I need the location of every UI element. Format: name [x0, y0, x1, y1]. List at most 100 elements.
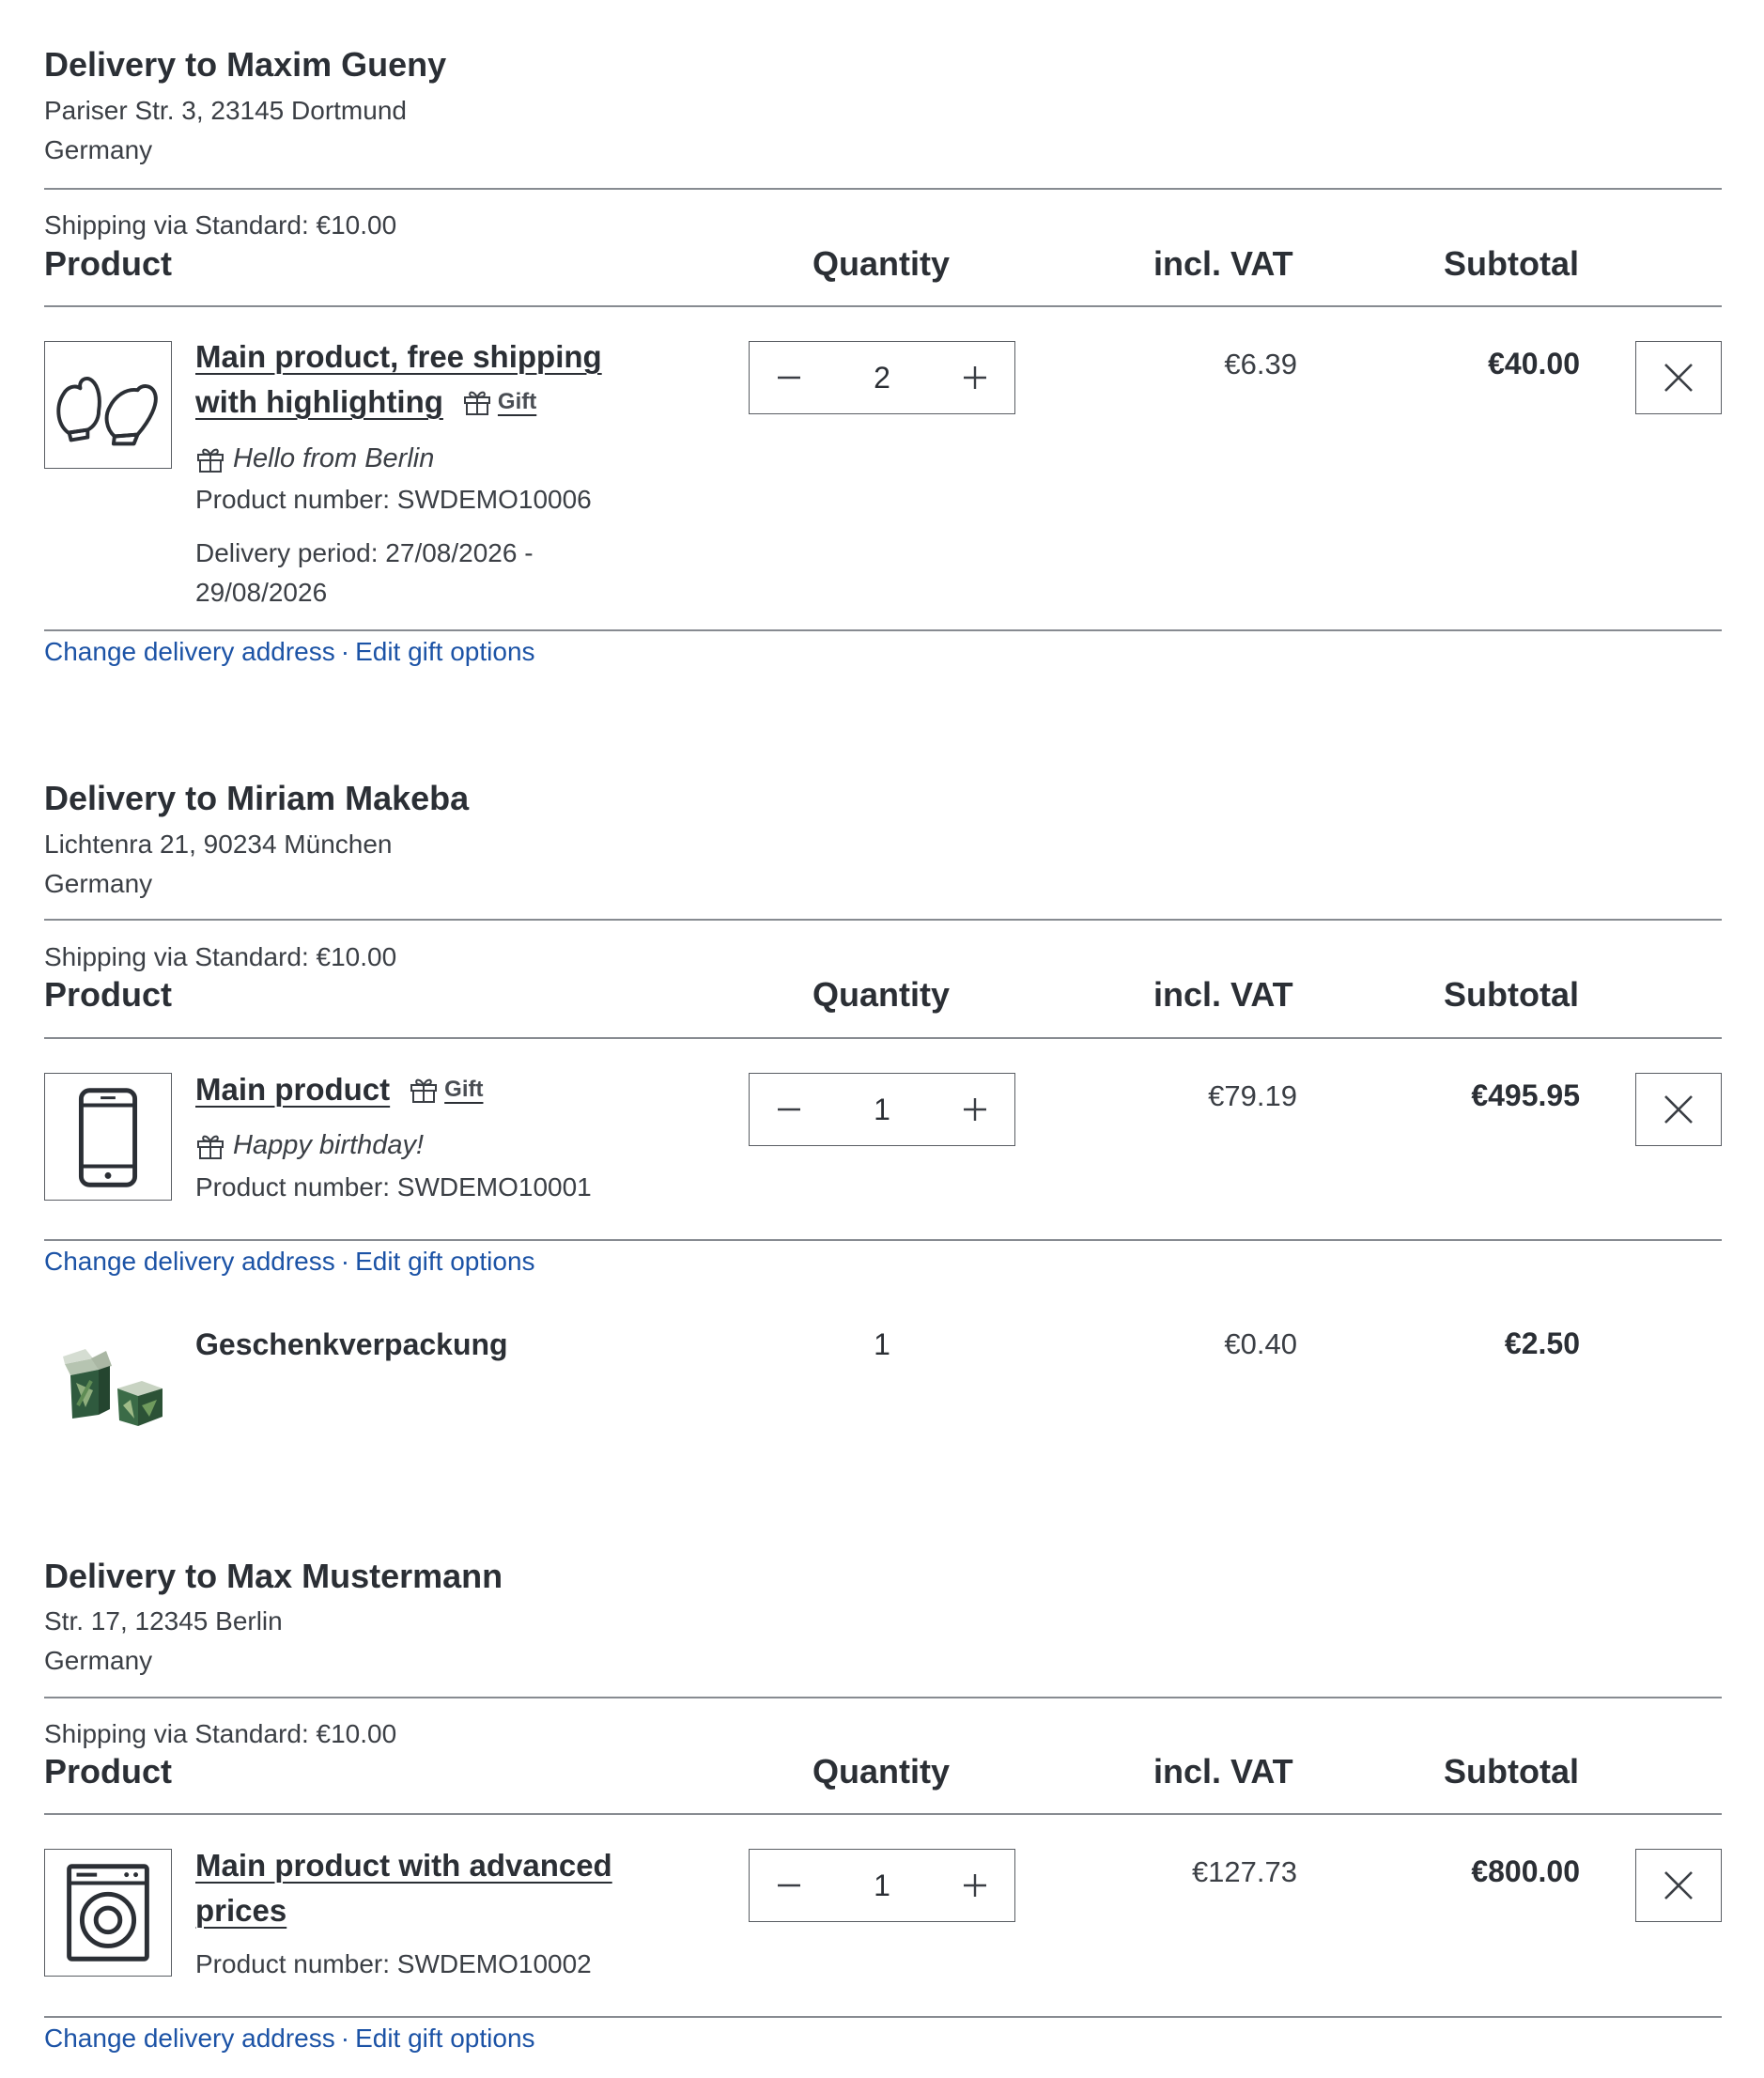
edit-gift-options-link[interactable]: Edit gift options: [355, 1247, 534, 1276]
divider: [44, 629, 1722, 631]
product-number: Product number: SWDEMO10001: [195, 1172, 592, 1202]
quantity-stepper: 1: [749, 1073, 1015, 1146]
product-title-link[interactable]: Main product Gift: [195, 1067, 684, 1112]
close-icon: [1663, 1093, 1694, 1125]
product-title-line2[interactable]: prices: [195, 1888, 665, 1933]
plus-icon: [961, 1871, 989, 1900]
quantity-input[interactable]: 1: [828, 1869, 936, 1903]
remove-item-button[interactable]: [1635, 341, 1722, 414]
divider: [44, 1239, 1722, 1241]
col-subtotal-header: Subtotal: [1444, 244, 1579, 283]
col-vat-header: incl. VAT: [1153, 975, 1293, 1014]
line-subtotal: €40.00: [1488, 347, 1580, 380]
decrease-button[interactable]: [750, 342, 828, 413]
decrease-button[interactable]: [750, 1850, 828, 1921]
increase-button[interactable]: [936, 1850, 1014, 1921]
product-image[interactable]: [44, 1849, 172, 1977]
washing-machine-icon: [67, 1864, 149, 1962]
minus-icon: [775, 364, 803, 392]
vat-amount: €127.73: [1191, 1855, 1297, 1888]
col-quantity-header: Quantity: [812, 975, 951, 1014]
product-number: Product number: SWDEMO10006: [195, 485, 592, 514]
quantity-input[interactable]: 2: [828, 361, 936, 395]
gift-message: Hello from Berlin: [195, 443, 434, 474]
mittens-icon: [56, 377, 158, 446]
product-number: Product number: SWDEMO10002: [195, 1949, 592, 1978]
vat-amount: €79.19: [1208, 1079, 1297, 1112]
divider: [44, 305, 1722, 307]
product-image[interactable]: [44, 341, 172, 469]
line-subtotal: €2.50: [1504, 1326, 1580, 1360]
gift-badge: Gift: [409, 1067, 483, 1112]
change-delivery-address-link[interactable]: Change delivery address: [44, 1247, 335, 1276]
divider: [44, 188, 1722, 190]
gift-message: Happy birthday!: [195, 1130, 424, 1161]
gift-wrapping-name: Geschenkverpackung: [195, 1327, 508, 1361]
col-product-header: Product: [44, 1752, 173, 1791]
col-quantity-header: Quantity: [812, 244, 951, 283]
remove-item-button[interactable]: [1635, 1073, 1722, 1146]
divider: [44, 1813, 1722, 1815]
product-image[interactable]: [44, 1073, 172, 1201]
gift-icon: [409, 1075, 439, 1105]
increase-button[interactable]: [936, 342, 1014, 413]
delivery-heading: Delivery to Max Mustermann: [44, 1557, 503, 1595]
address-street: Str. 17, 12345 Berlin: [44, 1606, 283, 1636]
col-subtotal-header: Subtotal: [1444, 1752, 1579, 1791]
col-subtotal-header: Subtotal: [1444, 975, 1579, 1014]
quantity-stepper: 2: [749, 341, 1015, 414]
divider: [44, 919, 1722, 921]
minus-icon: [775, 1871, 803, 1900]
product-title-line1[interactable]: Main product, free shipping: [195, 334, 646, 380]
edit-gift-options-link[interactable]: Edit gift options: [355, 2024, 534, 2053]
line-subtotal: €800.00: [1471, 1854, 1580, 1888]
quantity-input[interactable]: 1: [828, 1093, 936, 1127]
address-country: Germany: [44, 135, 153, 164]
vat-amount: €0.40: [1224, 1327, 1297, 1360]
plus-icon: [961, 1095, 989, 1124]
col-vat-header: incl. VAT: [1153, 1752, 1293, 1791]
delivery-actions: Change delivery address · Edit gift option…: [44, 1247, 535, 1276]
remove-item-button[interactable]: [1635, 1849, 1722, 1922]
product-title-link[interactable]: Main product with advanced prices: [195, 1843, 665, 1933]
product-title-line2[interactable]: with highlighting: [195, 380, 443, 425]
smartphone-icon: [78, 1088, 138, 1187]
edit-gift-options-link[interactable]: Edit gift options: [355, 637, 534, 666]
gift-badge: Gift: [462, 380, 536, 425]
vat-amount: €6.39: [1224, 348, 1297, 380]
delivery-actions: Change delivery address · Edit gift option…: [44, 2024, 535, 2053]
shipping-method: Shipping via Standard: €10.00: [44, 210, 397, 240]
shipping-method: Shipping via Standard: €10.00: [44, 1719, 397, 1748]
change-delivery-address-link[interactable]: Change delivery address: [44, 2024, 335, 2053]
col-quantity-header: Quantity: [812, 1752, 951, 1791]
close-icon: [1663, 1869, 1694, 1901]
gift-boxes-image: [63, 1349, 162, 1426]
change-delivery-address-link[interactable]: Change delivery address: [44, 637, 335, 666]
decrease-button[interactable]: [750, 1074, 828, 1145]
address-country: Germany: [44, 869, 153, 898]
product-title-line1[interactable]: Main product with advanced: [195, 1843, 665, 1888]
gift-icon: [195, 444, 225, 474]
line-subtotal: €495.95: [1471, 1078, 1580, 1112]
divider: [44, 1697, 1722, 1698]
delivery-actions: Change delivery address · Edit gift option…: [44, 637, 535, 666]
gift-wrapping-image: [44, 1315, 172, 1443]
shipping-method: Shipping via Standard: €10.00: [44, 942, 397, 971]
divider: [44, 1037, 1722, 1039]
address-street: Lichtenra 21, 90234 München: [44, 830, 393, 859]
close-icon: [1663, 362, 1694, 394]
address-country: Germany: [44, 1646, 153, 1675]
delivery-heading: Delivery to Miriam Makeba: [44, 779, 470, 817]
product-title[interactable]: Main product: [195, 1067, 390, 1112]
col-product-header: Product: [44, 975, 173, 1014]
increase-button[interactable]: [936, 1074, 1014, 1145]
product-title-link[interactable]: Main product, free shipping with highlig…: [195, 334, 646, 425]
plus-icon: [961, 364, 989, 392]
col-vat-header: incl. VAT: [1153, 244, 1293, 283]
quantity-stepper: 1: [749, 1849, 1015, 1922]
gift-icon: [195, 1131, 225, 1161]
minus-icon: [775, 1095, 803, 1124]
gift-wrapping-quantity: 1: [874, 1327, 890, 1361]
gift-icon: [462, 387, 492, 417]
divider: [44, 2016, 1722, 2018]
